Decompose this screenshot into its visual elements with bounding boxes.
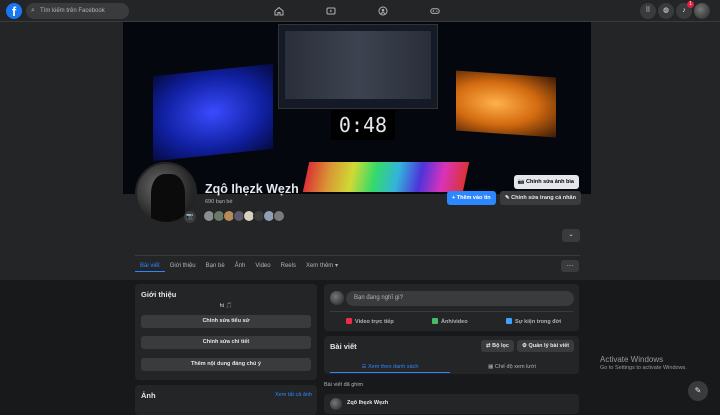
post-author-avatar[interactable] <box>330 398 342 410</box>
live-video-label: Video trực tiếp <box>355 319 394 325</box>
profile-name: Zqô Ihẹzk Wẹzh <box>205 182 299 196</box>
activate-windows-title: Activate Windows <box>600 355 664 364</box>
post-composer: Bạn đang nghĩ gì? Video trực tiếp Ảnh/vi… <box>324 284 579 331</box>
tab-photos[interactable]: Ảnh <box>230 260 251 272</box>
intro-title: Giới thiệu <box>141 290 177 299</box>
photo-icon <box>432 318 438 324</box>
top-navigation-bar: f ⌕ Tìm kiếm trên Facebook ⠿ ◍ ♪ 1 <box>0 0 720 22</box>
search-icon: ⌕ <box>31 7 35 14</box>
posts-header-card: Bài viết ⇄ Bộ lọc ⚙ Quản lý bài viết ☰ X… <box>324 336 579 374</box>
photos-card: Ảnh Xem tất cả ảnh <box>135 385 317 415</box>
tab-list-view[interactable]: ☰ Xem theo danh sách <box>330 361 450 373</box>
groups-icon[interactable] <box>376 5 390 17</box>
add-to-story-button[interactable]: + Thêm vào tin <box>447 191 496 205</box>
filter-button[interactable]: ⇄ Bộ lọc <box>481 340 514 352</box>
posts-title: Bài viết <box>330 342 357 351</box>
tab-friends[interactable]: Bạn bè <box>201 260 230 272</box>
chevron-down-icon[interactable]: ⌄ <box>562 229 580 242</box>
post-author-name[interactable]: Zqô Ihẹzk Wẹzh <box>347 400 388 406</box>
tab-grid-view[interactable]: ▦ Chế độ xem lưới <box>452 361 572 373</box>
friend-avatar[interactable] <box>273 210 285 222</box>
flag-icon <box>506 318 512 324</box>
profile-tabs: Bài viết Giới thiệu Bạn bè Ảnh Video Ree… <box>135 260 343 272</box>
edit-bio-button[interactable]: Chỉnh sửa tiểu sử <box>141 315 311 328</box>
cover-rgb-keyboard <box>302 162 470 192</box>
composer-avatar <box>330 291 344 305</box>
cover-left-monitor <box>153 63 273 162</box>
live-video-button[interactable]: Video trực tiếp <box>346 317 394 327</box>
facebook-logo[interactable]: f <box>6 3 22 19</box>
composer-input[interactable]: Bạn đang nghĩ gì? <box>346 291 574 306</box>
cover-center-monitor <box>278 24 438 109</box>
profile-header: 0:48 📷 Chỉnh sửa ảnh bìa <box>0 22 720 280</box>
edit-details-button[interactable]: Chỉnh sửa chi tiết <box>141 336 311 349</box>
activate-windows-subtitle: Go to Settings to activate Windows. <box>600 365 687 371</box>
home-icon[interactable] <box>272 5 286 17</box>
tab-more[interactable]: Xem thêm ▾ <box>301 260 343 272</box>
new-message-icon[interactable]: ✎ <box>688 381 708 401</box>
tab-videos[interactable]: Video <box>250 260 275 272</box>
photo-video-label: Ảnh/video <box>441 319 468 325</box>
notification-badge: 1 <box>687 1 694 8</box>
friend-avatars[interactable] <box>203 210 285 222</box>
manage-posts-button[interactable]: ⚙ Quản lý bài viết <box>517 340 575 352</box>
video-icon[interactable] <box>324 5 338 17</box>
pinned-posts-label: Bài viết đã ghim <box>324 382 364 388</box>
tab-about[interactable]: Giới thiệu <box>165 260 201 272</box>
edit-cover-photo-button[interactable]: 📷 Chỉnh sửa ảnh bìa <box>513 175 579 189</box>
messenger-icon[interactable]: ◍ <box>658 3 674 19</box>
see-all-photos-link[interactable]: Xem tất cả ảnh <box>275 392 312 398</box>
tab-reels[interactable]: Reels <box>276 260 301 272</box>
camera-icon[interactable]: 📷 <box>184 211 196 223</box>
notifications-bell-icon[interactable]: ♪ 1 <box>676 1 694 19</box>
edit-cover-label: Chỉnh sửa ảnh bìa <box>526 179 574 185</box>
tab-posts[interactable]: Bài viết <box>135 260 165 272</box>
photos-title: Ảnh <box>141 391 156 400</box>
add-featured-button[interactable]: Thêm nội dung đáng chú ý <box>141 358 311 371</box>
account-avatar[interactable] <box>694 3 710 19</box>
cover-photo[interactable]: 0:48 📷 Chỉnh sửa ảnh bìa <box>123 22 591 194</box>
composer-divider <box>330 311 573 312</box>
search-placeholder: Tìm kiếm trên Facebook <box>40 8 105 14</box>
live-video-icon <box>346 318 352 324</box>
photo-video-button[interactable]: Ảnh/video <box>432 317 468 327</box>
camera-icon: 📷 <box>517 179 525 185</box>
life-event-button[interactable]: Sự kiện trong đời <box>506 317 561 327</box>
search-input[interactable]: ⌕ Tìm kiếm trên Facebook <box>26 3 129 19</box>
life-event-label: Sự kiện trong đời <box>515 319 562 325</box>
gaming-icon[interactable] <box>428 5 442 17</box>
more-options-button[interactable]: … <box>561 260 579 272</box>
intro-card: Giới thiệu hi 🎵 Chỉnh sửa tiểu sử Chỉnh … <box>135 284 317 380</box>
pinned-post-card: Zqô Ihẹzk Wẹzh <box>324 394 579 414</box>
friends-count[interactable]: 690 bạn bè <box>205 199 233 205</box>
edit-profile-button[interactable]: ✎ Chỉnh sửa trang cá nhân <box>500 191 581 205</box>
intro-bio: hi 🎵 <box>219 303 233 309</box>
menu-grid-icon[interactable]: ⠿ <box>640 3 656 19</box>
header-divider <box>135 255 580 256</box>
cover-right-monitor <box>456 70 556 138</box>
cover-clock: 0:48 <box>331 110 395 140</box>
